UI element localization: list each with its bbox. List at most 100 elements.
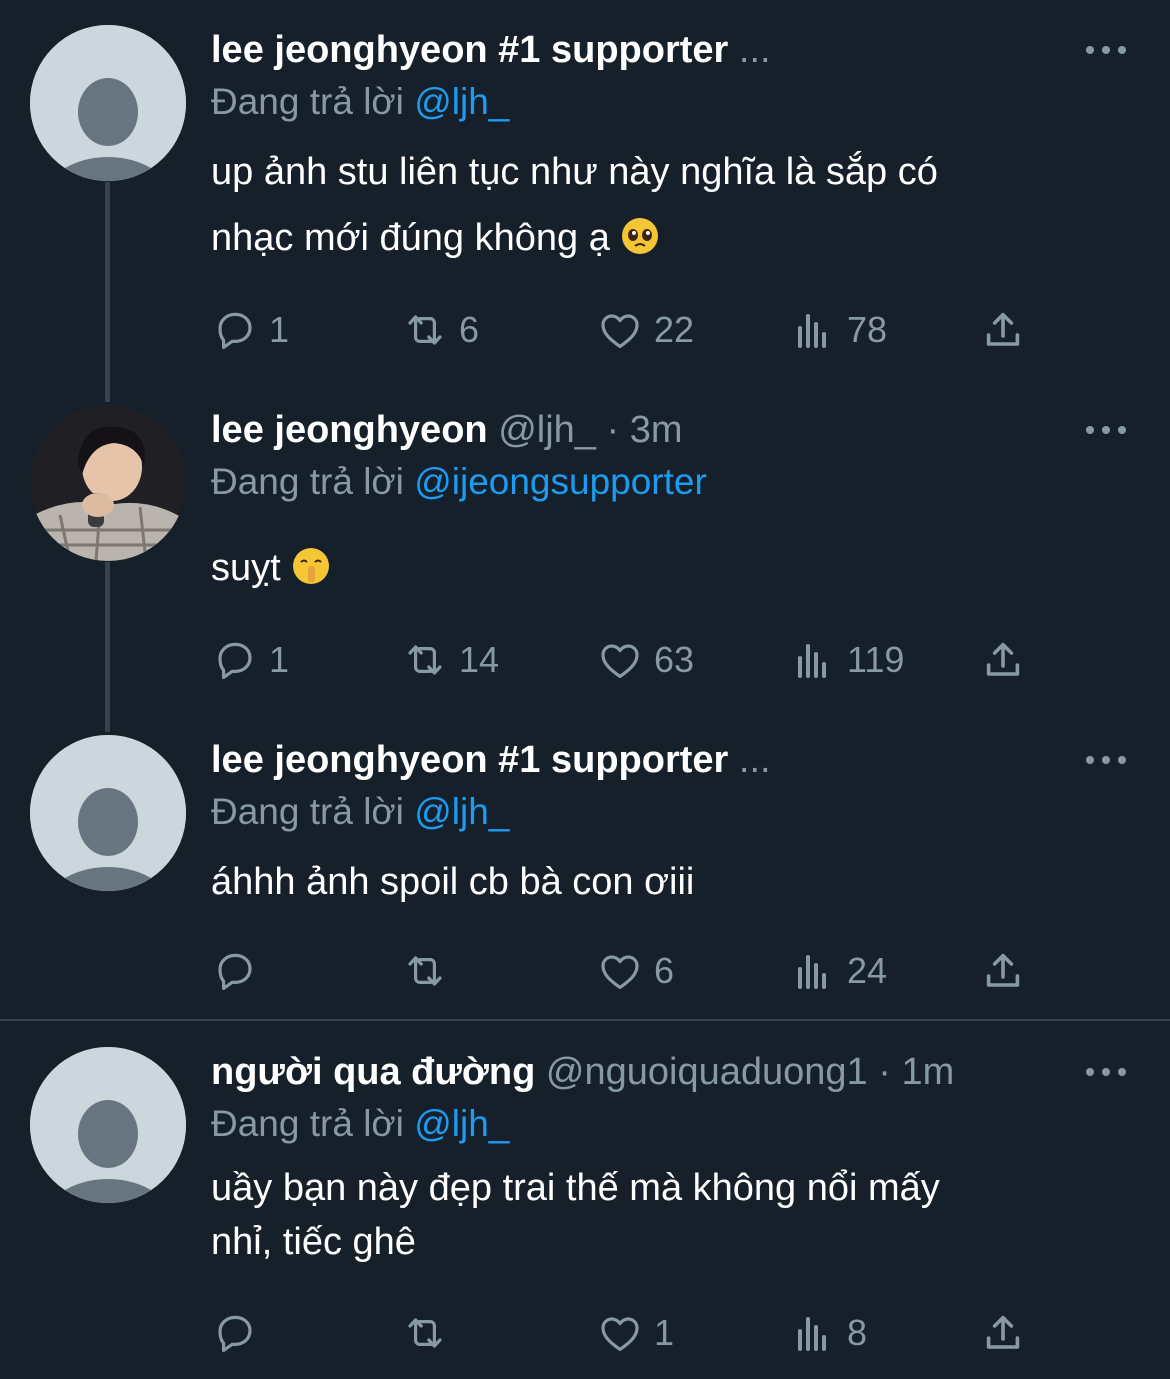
share-icon bbox=[979, 947, 1027, 995]
views-icon bbox=[789, 636, 837, 684]
tweet-text-line: nhạc mới đúng không ạ bbox=[211, 205, 1111, 271]
retweet-button[interactable]: 6 bbox=[401, 305, 479, 355]
tweet[interactable]: người qua đường @nguoiquaduong1 · 1m Đan… bbox=[0, 1047, 1170, 1379]
replying-prefix: Đang trả lời bbox=[211, 791, 404, 832]
avatar[interactable] bbox=[30, 1047, 186, 1203]
share-icon bbox=[979, 306, 1027, 354]
user-handle[interactable]: @nguoiquaduong1 bbox=[546, 1051, 868, 1093]
reply-icon bbox=[211, 1309, 259, 1357]
share-icon bbox=[979, 1309, 1027, 1357]
replying-to: Đang trả lời @ljh_ bbox=[211, 77, 509, 127]
like-count: 63 bbox=[654, 639, 695, 680]
mention-link[interactable]: @ljh_ bbox=[414, 1103, 509, 1144]
like-count: 6 bbox=[654, 950, 675, 991]
reply-button[interactable] bbox=[211, 1308, 269, 1358]
view-count: 78 bbox=[847, 309, 888, 350]
tweet-text: suỵt bbox=[211, 535, 1111, 601]
tweet[interactable]: lee jeonghyeon @ljh_ · 3m Đang trả lời @… bbox=[0, 405, 1170, 705]
like-count: 1 bbox=[654, 1312, 675, 1353]
tweet-text: up ảnh stu liên tục như này nghĩa là sắp… bbox=[211, 139, 1111, 271]
like-button[interactable]: 63 bbox=[596, 635, 694, 685]
views-icon bbox=[789, 306, 837, 354]
tweet-text: uầy bạn này đẹp trai thế mà không nổi mấ… bbox=[211, 1161, 1111, 1269]
reply-button[interactable]: 1 bbox=[211, 305, 289, 355]
separator: · bbox=[606, 409, 620, 451]
replying-prefix: Đang trả lời bbox=[211, 81, 404, 122]
like-count: 22 bbox=[654, 309, 695, 350]
tweet-actions: 1 6 22 78 bbox=[211, 305, 1051, 355]
display-name[interactable]: lee jeonghyeon bbox=[211, 409, 488, 451]
default-avatar-icon bbox=[30, 1047, 186, 1203]
tweet-actions: 1 14 63 119 bbox=[211, 635, 1051, 685]
share-button[interactable] bbox=[979, 305, 1027, 355]
tweet-actions: 6 24 bbox=[211, 946, 1051, 996]
more-icon[interactable] bbox=[1086, 417, 1126, 443]
retweet-button[interactable]: 14 bbox=[401, 635, 499, 685]
reply-button[interactable] bbox=[211, 946, 269, 996]
views-button[interactable]: 24 bbox=[789, 946, 887, 996]
views-button[interactable]: 8 bbox=[789, 1308, 867, 1358]
more-icon[interactable] bbox=[1086, 747, 1126, 773]
user-handle[interactable]: @ljh_ bbox=[498, 409, 596, 451]
tweet-header: người qua đường @nguoiquaduong1 · 1m bbox=[211, 1047, 1080, 1097]
profile-photo bbox=[30, 405, 186, 561]
views-button[interactable]: 119 bbox=[789, 635, 904, 685]
replying-to: Đang trả lời @ljh_ bbox=[211, 787, 509, 837]
tweet-text-line: nhỉ, tiếc ghê bbox=[211, 1221, 416, 1263]
views-icon bbox=[789, 1309, 837, 1357]
view-count: 119 bbox=[847, 639, 905, 680]
replying-to: Đang trả lời @ljh_ bbox=[211, 1099, 509, 1149]
more-icon[interactable] bbox=[1086, 1059, 1126, 1085]
default-avatar-icon bbox=[30, 735, 186, 891]
display-name[interactable]: lee jeonghyeon #1 supporter bbox=[211, 29, 728, 71]
tweet-text-line: up ảnh stu liên tục như này nghĩa là sắp… bbox=[211, 151, 938, 193]
avatar[interactable] bbox=[30, 735, 186, 891]
view-count: 8 bbox=[847, 1312, 868, 1353]
timestamp[interactable]: 1m bbox=[901, 1051, 954, 1093]
truncation-ellipsis: ... bbox=[738, 29, 771, 71]
retweet-button[interactable] bbox=[401, 946, 459, 996]
reply-count: 1 bbox=[269, 639, 290, 680]
views-icon bbox=[789, 947, 837, 995]
like-icon bbox=[596, 1309, 644, 1357]
tweet[interactable]: lee jeonghyeon #1 supporter ... Đang trả… bbox=[0, 735, 1170, 1005]
divider bbox=[0, 1019, 1170, 1021]
tweet-actions: 1 8 bbox=[211, 1308, 1051, 1358]
truncation-ellipsis: ... bbox=[738, 739, 771, 781]
tweet[interactable]: lee jeonghyeon #1 supporter ... Đang trả… bbox=[0, 25, 1170, 385]
avatar[interactable] bbox=[30, 25, 186, 181]
like-button[interactable]: 22 bbox=[596, 305, 694, 355]
like-button[interactable]: 1 bbox=[596, 1308, 674, 1358]
replying-prefix: Đang trả lời bbox=[211, 1103, 404, 1144]
more-icon[interactable] bbox=[1086, 37, 1126, 63]
display-name[interactable]: lee jeonghyeon #1 supporter bbox=[211, 739, 728, 781]
share-button[interactable] bbox=[979, 1308, 1027, 1358]
retweet-button[interactable] bbox=[401, 1308, 459, 1358]
retweet-count: 14 bbox=[459, 639, 500, 680]
tweet-header: lee jeonghyeon @ljh_ · 3m bbox=[211, 405, 1080, 455]
share-button[interactable] bbox=[979, 946, 1027, 996]
replying-prefix: Đang trả lời bbox=[211, 461, 404, 502]
reply-icon bbox=[211, 947, 259, 995]
retweet-icon bbox=[401, 636, 449, 684]
views-button[interactable]: 78 bbox=[789, 305, 887, 355]
shushing-face-emoji bbox=[293, 548, 330, 584]
share-button[interactable] bbox=[979, 635, 1027, 685]
avatar[interactable] bbox=[30, 405, 186, 561]
tweet-text: áhhh ảnh spoil cb bà con ơiii bbox=[211, 849, 1111, 915]
tweet-text-line: uầy bạn này đẹp trai thế mà không nổi mấ… bbox=[211, 1167, 940, 1209]
display-name[interactable]: người qua đường bbox=[211, 1051, 535, 1093]
mention-link[interactable]: @ljh_ bbox=[414, 81, 509, 122]
share-icon bbox=[979, 636, 1027, 684]
retweet-icon bbox=[401, 1309, 449, 1357]
reply-icon bbox=[211, 306, 259, 354]
timestamp[interactable]: 3m bbox=[630, 409, 683, 451]
reply-button[interactable]: 1 bbox=[211, 635, 289, 685]
view-count: 24 bbox=[847, 950, 888, 991]
reply-icon bbox=[211, 636, 259, 684]
mention-link[interactable]: @ijeongsupporter bbox=[414, 461, 707, 502]
reply-count: 1 bbox=[269, 309, 290, 350]
like-button[interactable]: 6 bbox=[596, 946, 674, 996]
mention-link[interactable]: @ljh_ bbox=[414, 791, 509, 832]
retweet-icon bbox=[401, 306, 449, 354]
